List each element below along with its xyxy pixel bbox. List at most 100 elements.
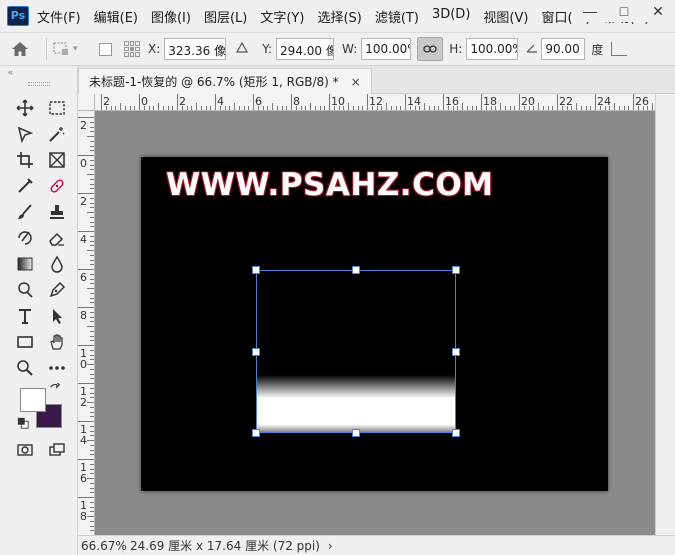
dodge-tool-icon[interactable] <box>12 278 38 302</box>
ruler-tick <box>262 106 264 110</box>
hand-tool-icon[interactable] <box>44 330 70 354</box>
reference-point-icon[interactable]: ▾ <box>53 41 89 57</box>
tab-close-icon[interactable]: × <box>351 75 361 89</box>
menu-type[interactable]: 文字(Y) <box>260 7 304 26</box>
horizontal-ruler[interactable]: 2 0 2 4 6 8 10 12 14 16 18 20 22 24 26 <box>95 94 655 111</box>
menu-edit[interactable]: 编辑(E) <box>94 7 138 26</box>
crop-tool-icon[interactable] <box>12 148 38 172</box>
transform-handle-bottom-left[interactable] <box>252 429 260 437</box>
healing-brush-tool-icon[interactable] <box>44 174 70 198</box>
ruler-tick <box>139 94 140 110</box>
ruler-tick <box>542 106 544 110</box>
x-position-input[interactable]: 323.36 像素 <box>164 38 227 60</box>
quick-mask-icon[interactable] <box>12 438 38 462</box>
ruler-tick <box>224 106 226 110</box>
tools-panel: « <box>0 66 78 555</box>
minimize-button[interactable]: — <box>573 0 607 22</box>
x-label: X: <box>148 42 161 56</box>
default-colors-icon[interactable] <box>16 416 30 430</box>
history-brush-tool-icon[interactable] <box>12 226 38 250</box>
rectangle-tool-icon[interactable] <box>12 330 38 354</box>
ruler-tick <box>390 106 392 110</box>
ruler-tick <box>557 94 558 110</box>
move-tool-icon[interactable] <box>12 96 38 120</box>
menu-select[interactable]: 选择(S) <box>317 7 361 26</box>
document-canvas[interactable]: WWW.PSAHZ.COM <box>141 157 608 491</box>
pen-tool-icon[interactable] <box>44 278 70 302</box>
transform-handle-bottom[interactable] <box>352 429 360 437</box>
menu-view[interactable]: 视图(V) <box>483 7 528 26</box>
frame-tool-icon[interactable] <box>44 148 70 172</box>
blur-tool-icon[interactable] <box>44 252 70 276</box>
ruler-label: 8 <box>80 309 87 322</box>
ruler-tick <box>319 106 321 110</box>
stamp-tool-icon[interactable] <box>44 200 70 224</box>
eraser-tool-icon[interactable] <box>44 226 70 250</box>
menu-image[interactable]: 图像(I) <box>151 7 191 26</box>
ruler-tick <box>90 435 94 437</box>
document-tab-title: 未标题-1-恢复的 @ 66.7% (矩形 1, RGB/8) * <box>89 75 339 89</box>
brush-tool-icon[interactable] <box>12 200 38 224</box>
menu-3d[interactable]: 3D(D) <box>432 7 470 26</box>
window-controls: — □ ✕ <box>573 0 675 22</box>
panel-grip[interactable] <box>28 82 50 86</box>
ruler-label: 4 <box>80 233 87 246</box>
zoom-level[interactable]: 66.67% <box>78 538 127 553</box>
eyedropper-tool-icon[interactable] <box>12 174 38 198</box>
height-input[interactable]: 100.00% <box>466 38 519 60</box>
menu-layer[interactable]: 图层(L) <box>204 7 247 26</box>
ruler-label: 20 <box>521 95 535 108</box>
ruler-tick <box>110 106 112 110</box>
ruler-tick <box>90 492 94 494</box>
menu-list: 文件(F) 编辑(E) 图像(I) 图层(L) 文字(Y) 选择(S) 滤镜(T… <box>37 7 662 26</box>
ruler-tick <box>90 392 94 394</box>
ruler-tick <box>552 106 554 110</box>
ruler-tick <box>504 106 506 110</box>
angle-input[interactable]: 90.00 <box>541 38 586 60</box>
collapse-toggle[interactable]: « <box>0 66 77 80</box>
gradient-tool-icon[interactable] <box>12 252 38 276</box>
home-icon[interactable] <box>0 41 40 57</box>
ruler-tick <box>362 106 364 110</box>
transform-handle-top[interactable] <box>352 266 360 274</box>
transform-handle-top-left[interactable] <box>252 266 260 274</box>
ruler-tick <box>400 106 402 110</box>
swap-colors-icon[interactable] <box>48 382 62 396</box>
document-tab[interactable]: 未标题-1-恢复的 @ 66.7% (矩形 1, RGB/8) * × <box>78 68 372 94</box>
checkbox[interactable] <box>99 42 112 56</box>
zoom-tool-icon[interactable] <box>12 356 38 380</box>
close-button[interactable]: ✕ <box>641 0 675 22</box>
reference-grid-icon[interactable] <box>122 39 142 59</box>
foreground-color-swatch[interactable] <box>20 388 46 412</box>
vertical-ruler[interactable]: 2024681012141618 <box>78 111 95 535</box>
type-tool-icon[interactable] <box>12 304 38 328</box>
skew-icon[interactable] <box>611 42 628 56</box>
ruler-tick <box>90 321 94 323</box>
transform-handle-left[interactable] <box>252 348 260 356</box>
transform-handle-bottom-right[interactable] <box>452 429 460 437</box>
angle-unit: 度 <box>591 42 604 57</box>
ruler-tick <box>90 240 94 242</box>
delta-icon[interactable] <box>236 41 249 56</box>
ruler-label: 0 <box>141 95 148 108</box>
transform-bounding-box[interactable] <box>256 270 456 433</box>
link-icon[interactable] <box>417 37 444 61</box>
panel-edge <box>655 94 675 535</box>
magic-wand-tool-icon[interactable] <box>44 122 70 146</box>
transform-handle-top-right[interactable] <box>452 266 460 274</box>
maximize-button[interactable]: □ <box>607 0 641 22</box>
path-selection-tool-icon[interactable] <box>44 304 70 328</box>
menu-file[interactable]: 文件(F) <box>37 7 81 26</box>
screen-mode-icon[interactable] <box>44 438 70 462</box>
ruler-tick <box>595 94 596 110</box>
more-tools-icon[interactable] <box>44 356 70 380</box>
lasso-tool-icon[interactable] <box>12 122 38 146</box>
pasteboard[interactable]: WWW.PSAHZ.COM <box>95 111 655 535</box>
status-menu-icon[interactable]: › <box>328 539 333 553</box>
ruler-origin[interactable] <box>78 94 95 111</box>
width-input[interactable]: 100.00% <box>361 38 412 60</box>
transform-handle-right[interactable] <box>452 348 460 356</box>
menu-filter[interactable]: 滤镜(T) <box>375 7 419 26</box>
y-position-input[interactable]: 294.00 像素 <box>276 38 335 60</box>
marquee-tool-icon[interactable] <box>44 96 70 120</box>
